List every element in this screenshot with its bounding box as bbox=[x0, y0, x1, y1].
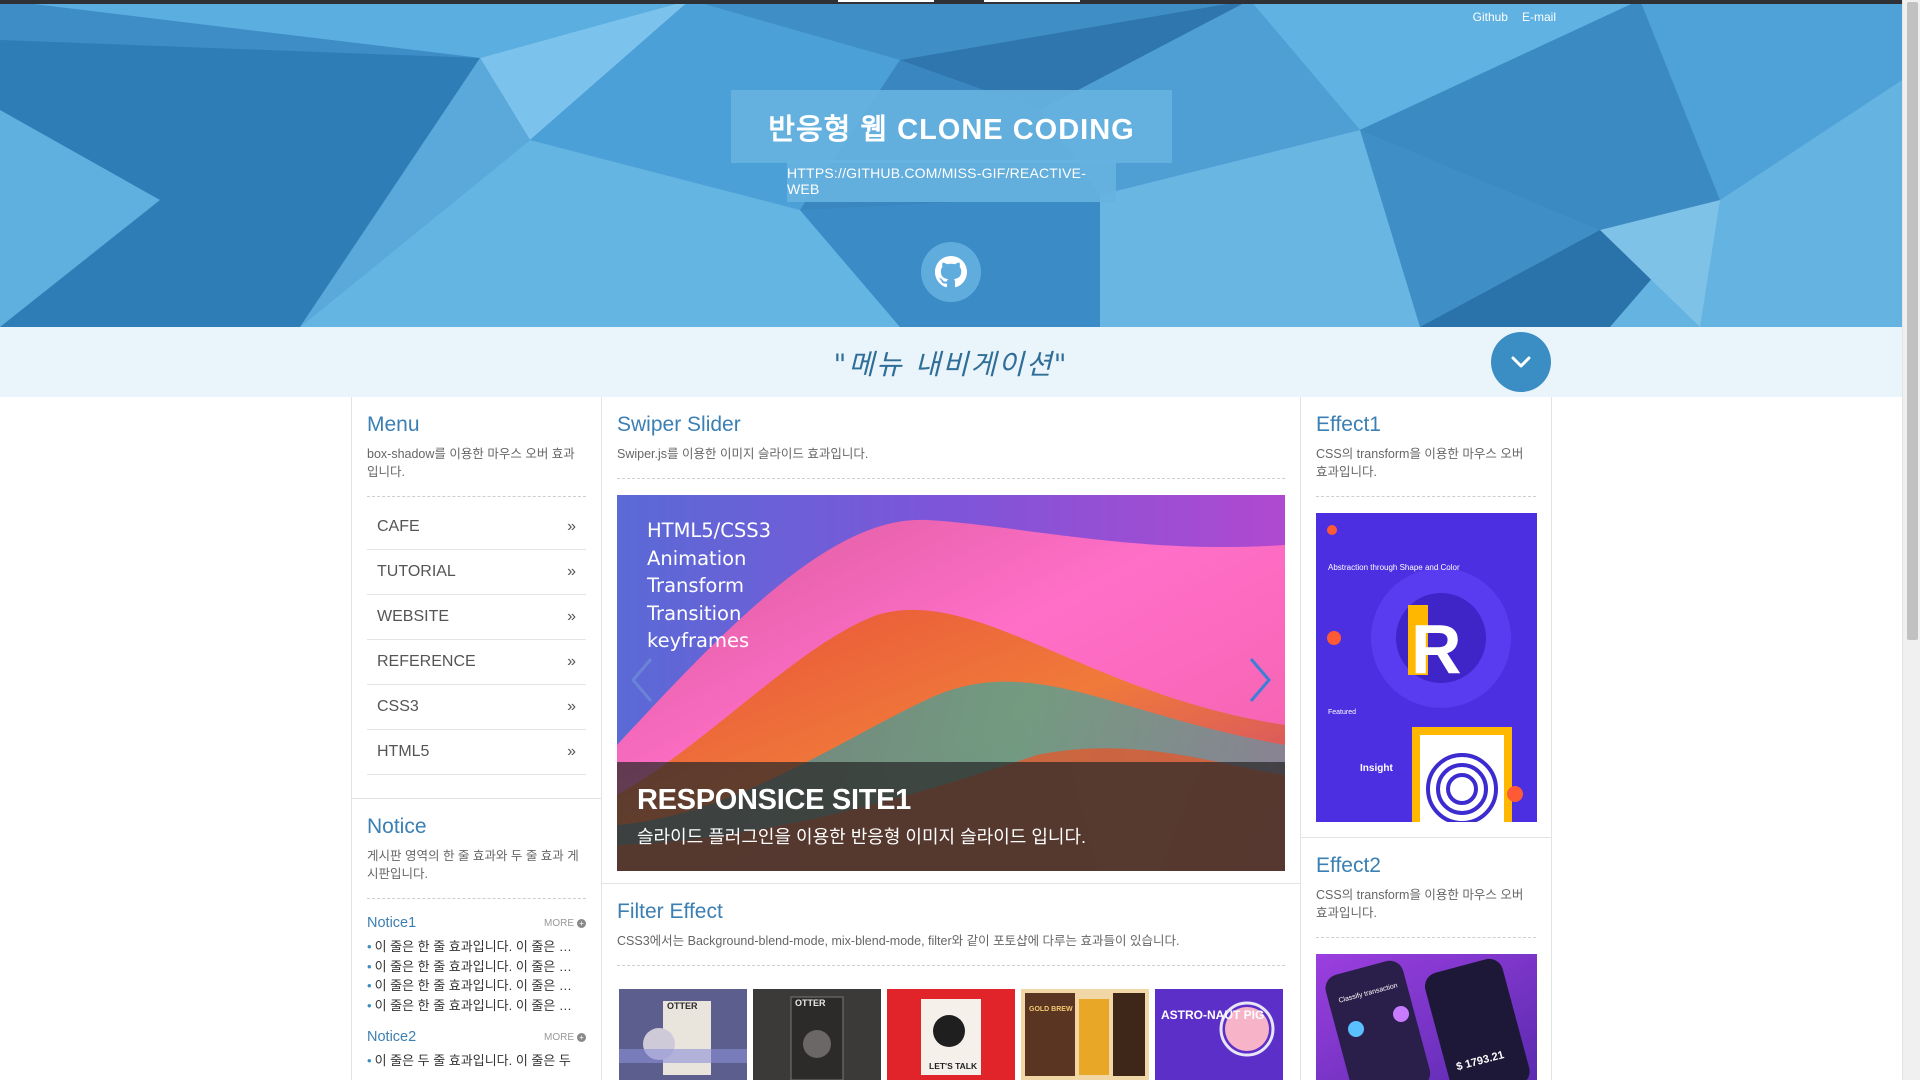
double-chevron-right-icon: » bbox=[567, 518, 576, 535]
notice-section: Notice 게시판 영역의 한 줄 효과와 두 줄 효과 게시판입니다. No… bbox=[352, 799, 601, 1080]
effect2-poster: Classify transaction $ 1793.21 bbox=[1316, 954, 1537, 1080]
right-column: Effect1 CSS의 transform을 이용한 마우스 오버 효과입니다… bbox=[1300, 397, 1552, 1080]
double-chevron-right-icon: » bbox=[567, 698, 576, 715]
header-banner: Github E-mail 반응형 웹 CLONE CODING HTTPS:/… bbox=[0, 0, 1902, 327]
effect1-section: Effect1 CSS의 transform을 이용한 마우스 오버 효과입니다… bbox=[1301, 397, 1551, 838]
effect1-image[interactable]: R Abstraction through Shape and Color Fe… bbox=[1316, 513, 1537, 822]
middle-column: Swiper Slider Swiper.js를 이용한 이미지 슬라이드 효과… bbox=[601, 397, 1301, 1080]
notice-item[interactable]: • 이 줄은 한 줄 효과입니다. 이 줄은 … bbox=[367, 976, 586, 996]
filter-title: Filter Effect bbox=[617, 900, 723, 923]
notice1-header: Notice1 MORE + bbox=[367, 915, 586, 931]
filter-thumb-3[interactable]: LET'S TALK bbox=[887, 989, 1015, 1080]
slide-caption: RESPONSICE SITE1 슬라이드 플러그인을 이용한 반응형 이미지 … bbox=[617, 762, 1285, 871]
filter-thumbnails: OTTER OTTER LET'S TALK GOLD BREW ASTRO-N… bbox=[619, 989, 1283, 1080]
menu-item-reference[interactable]: REFERENCE» bbox=[367, 640, 586, 685]
slider-next-arrow-icon[interactable] bbox=[1245, 655, 1275, 705]
notice2-list: • 이 줄은 두 줄 효과입니다. 이 줄은 두 bbox=[367, 1051, 586, 1071]
filter-desc: CSS3에서는 Background-blend-mode, mix-blend… bbox=[617, 934, 1180, 948]
lets-talk-poster: LET'S TALK bbox=[887, 989, 1015, 1080]
github-icon bbox=[935, 256, 967, 288]
otter-poster-2: OTTER bbox=[753, 989, 881, 1080]
filter-thumb-2[interactable]: OTTER bbox=[753, 989, 881, 1080]
double-chevron-right-icon: » bbox=[567, 653, 576, 670]
effect1-desc: CSS의 transform을 이용한 마우스 오버 효과입니다. bbox=[1316, 447, 1524, 479]
menu-desc: box-shadow를 이용한 마우스 오버 효과입니다. bbox=[367, 447, 575, 479]
double-chevron-right-icon: » bbox=[567, 563, 576, 580]
notice-item[interactable]: • 이 줄은 두 줄 효과입니다. 이 줄은 두 bbox=[367, 1051, 586, 1071]
menu-item-website[interactable]: WEBSITE» bbox=[367, 595, 586, 640]
notice-item[interactable]: • 이 줄은 한 줄 효과입니다. 이 줄은 … bbox=[367, 957, 586, 977]
otter-poster-1: OTTER bbox=[619, 989, 747, 1080]
svg-text:Insight: Insight bbox=[1360, 763, 1393, 774]
gold-brew-poster: GOLD BREW bbox=[1021, 989, 1149, 1080]
top-links: Github E-mail bbox=[1473, 10, 1556, 24]
chevron-down-icon bbox=[1511, 356, 1531, 368]
notice1-more-link[interactable]: MORE + bbox=[544, 918, 586, 929]
notice1-title[interactable]: Notice1 bbox=[367, 915, 416, 931]
effect2-section: Effect2 CSS의 transform을 이용한 마우스 오버 효과입니다… bbox=[1301, 838, 1551, 1080]
effect2-image[interactable]: Classify transaction $ 1793.21 bbox=[1316, 954, 1537, 1080]
svg-text:R: R bbox=[1411, 610, 1462, 688]
effect2-title: Effect2 bbox=[1316, 854, 1381, 877]
swiper-title: Swiper Slider bbox=[617, 413, 741, 436]
effect1-poster: R Abstraction through Shape and Color Fe… bbox=[1316, 513, 1537, 822]
github-link[interactable]: Github bbox=[1473, 10, 1508, 24]
notice-desc: 게시판 영역의 한 줄 효과와 두 줄 효과 게시판입니다. bbox=[367, 849, 579, 881]
double-chevron-right-icon: » bbox=[567, 743, 576, 760]
menu-title: Menu bbox=[367, 413, 420, 436]
nav-title: "메뉴 내비게이션" bbox=[833, 348, 1069, 381]
menu-item-css3[interactable]: CSS3» bbox=[367, 685, 586, 730]
slide-text: HTML5/CSS3 Animation Transform Transitio… bbox=[647, 519, 772, 652]
double-chevron-right-icon: » bbox=[567, 608, 576, 625]
slide-caption-title: RESPONSICE SITE1 bbox=[637, 784, 911, 816]
svg-text:Abstraction through Shape and: Abstraction through Shape and Color bbox=[1328, 563, 1460, 572]
notice-item[interactable]: • 이 줄은 한 줄 효과입니다. 이 줄은 … bbox=[367, 937, 586, 957]
menu-section: Menu box-shadow를 이용한 마우스 오버 효과입니다. CAFE»… bbox=[352, 397, 601, 799]
notice2-header: Notice2 MORE + bbox=[367, 1029, 586, 1045]
nav-toggle-button[interactable] bbox=[1491, 332, 1551, 392]
nav-bar: "메뉴 내비게이션" bbox=[0, 327, 1902, 397]
slider-prev-arrow-icon[interactable] bbox=[627, 655, 657, 705]
swiper-desc: Swiper.js를 이용한 이미지 슬라이드 효과입니다. bbox=[617, 447, 869, 461]
notice1-list: • 이 줄은 한 줄 효과입니다. 이 줄은 … • 이 줄은 한 줄 효과입니다.… bbox=[367, 937, 586, 1015]
slide-caption-sub: 슬라이드 플러그인을 이용한 반응형 이미지 슬라이드 입니다. bbox=[637, 827, 1087, 847]
notice-title: Notice bbox=[367, 815, 427, 838]
image-slider[interactable]: HTML5/CSS3 Animation Transform Transitio… bbox=[617, 495, 1285, 871]
svg-text:GOLD BREW: GOLD BREW bbox=[1029, 1006, 1073, 1013]
filter-thumb-1[interactable]: OTTER bbox=[619, 989, 747, 1080]
astronaut-pig-poster: ASTRO-NAUT PIG bbox=[1155, 989, 1283, 1080]
repo-url[interactable]: HTTPS://GITHUB.COM/MISS-GIF/REACTIVE-WEB bbox=[787, 160, 1116, 202]
swiper-section: Swiper Slider Swiper.js를 이용한 이미지 슬라이드 효과… bbox=[602, 397, 1300, 884]
filter-thumb-5[interactable]: ASTRO-NAUT PIG bbox=[1155, 989, 1283, 1080]
scrollbar-thumb[interactable] bbox=[1907, 2, 1918, 640]
menu-item-cafe[interactable]: CAFE» bbox=[367, 505, 586, 550]
notice2-title[interactable]: Notice2 bbox=[367, 1029, 416, 1045]
effect2-desc: CSS의 transform을 이용한 마우스 오버 효과입니다. bbox=[1316, 888, 1524, 920]
svg-text:ASTRO-NAUT PIG: ASTRO-NAUT PIG bbox=[1161, 1008, 1264, 1022]
top-border bbox=[0, 0, 1902, 4]
svg-text:OTTER: OTTER bbox=[795, 998, 826, 1008]
page-scrollbar[interactable] bbox=[1902, 0, 1920, 1080]
site-title: 반응형 웹 CLONE CODING bbox=[731, 90, 1172, 163]
github-button[interactable] bbox=[921, 242, 981, 302]
notice-item[interactable]: • 이 줄은 한 줄 효과입니다. 이 줄은 … bbox=[367, 996, 586, 1016]
svg-text:Featured: Featured bbox=[1328, 709, 1356, 716]
notice2-more-link[interactable]: MORE + bbox=[544, 1032, 586, 1043]
effect1-title: Effect1 bbox=[1316, 413, 1381, 436]
svg-text:LET'S TALK: LET'S TALK bbox=[929, 1061, 978, 1071]
filter-thumb-4[interactable]: GOLD BREW bbox=[1021, 989, 1149, 1080]
menu-list: CAFE» TUTORIAL» WEBSITE» REFERENCE» CSS3… bbox=[367, 505, 586, 775]
svg-text:OTTER: OTTER bbox=[667, 1001, 698, 1011]
menu-item-tutorial[interactable]: TUTORIAL» bbox=[367, 550, 586, 595]
plus-circle-icon: + bbox=[577, 918, 586, 928]
left-column: Menu box-shadow를 이용한 마우스 오버 효과입니다. CAFE»… bbox=[351, 397, 602, 1080]
email-link[interactable]: E-mail bbox=[1522, 10, 1556, 24]
menu-item-html5[interactable]: HTML5» bbox=[367, 730, 586, 775]
plus-circle-icon: + bbox=[577, 1032, 586, 1042]
